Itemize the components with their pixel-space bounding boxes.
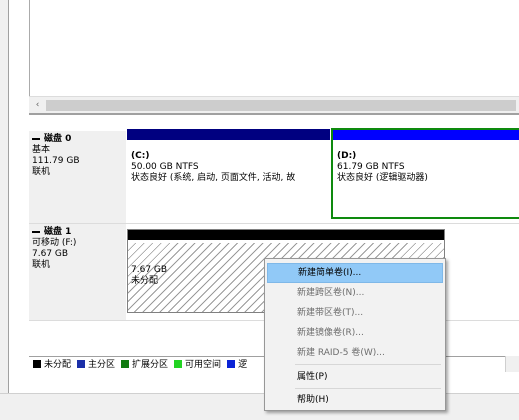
partition-status: 状态良好 (逻辑驱动器) [337, 173, 428, 183]
partition-d[interactable]: (D:) 61.79 GB NTFS 状态良好 (逻辑驱动器) [331, 128, 519, 219]
disk-size: 7.67 GB [32, 249, 69, 259]
disk-type: 基本 [32, 145, 51, 155]
legend-swatch [121, 360, 130, 368]
disk-type: 可移动 (F:) [32, 238, 77, 248]
disk-status: 联机 [32, 167, 51, 177]
menu-item-new-simple-volume[interactable]: 新建简单卷(I)... [267, 263, 443, 283]
window-left-edge [0, 0, 9, 393]
vertical-scrollbar-stub[interactable] [505, 356, 519, 372]
menu-item-new-mirrored-volume[interactable]: 新建镜像卷(R)... [267, 323, 443, 343]
legend-swatch [77, 360, 86, 368]
menu-item-help[interactable]: 帮助(H) [267, 390, 443, 410]
legend-swatch [174, 360, 183, 368]
scrollbar-thumb[interactable] [46, 100, 516, 111]
partition-header-bar [127, 129, 330, 140]
partition-label: (D:) [337, 151, 357, 161]
context-menu: 新建简单卷(I)... 新建跨区卷(N)... 新建带区卷(T)... 新建镜像… [264, 258, 446, 411]
legend-item: 扩展分区 [121, 360, 168, 370]
scroll-left-arrow-icon[interactable]: ‹ [29, 97, 46, 114]
disk-icon [32, 230, 40, 233]
menu-item-new-spanned-volume[interactable]: 新建跨区卷(N)... [267, 283, 443, 303]
menu-separator [295, 364, 441, 365]
disk-1-label[interactable]: 磁盘 1 可移动 (F:) 7.67 GB 联机 [29, 224, 126, 320]
menu-item-new-raid5-volume[interactable]: 新建 RAID-5 卷(W)... [267, 343, 443, 363]
disk-status: 联机 [32, 260, 51, 270]
legend-item: 可用空间 [174, 360, 221, 370]
legend-item: 未分配 [33, 360, 71, 370]
disk-name: 磁盘 0 [44, 134, 72, 144]
legend-item: 主分区 [77, 360, 115, 370]
legend-item: 逻 [227, 360, 247, 370]
partition-header-bar [333, 130, 519, 140]
menu-separator [295, 388, 441, 389]
legend-swatch [33, 360, 41, 368]
partition-header-bar [128, 230, 444, 240]
disk-icon [32, 137, 40, 140]
menu-item-properties[interactable]: 属性(P) [267, 367, 443, 387]
volume-list-pane [9, 0, 519, 96]
disk-size: 111.79 GB [32, 156, 80, 166]
horizontal-scrollbar[interactable]: ‹ [29, 96, 519, 114]
partition-label: (C:) [131, 151, 150, 161]
partition-c[interactable]: (C:) 50.00 GB NTFS 状态良好 (系统, 启动, 页面文件, 活… [127, 129, 330, 217]
partition-size: 50.00 GB NTFS [131, 162, 199, 172]
disk-name: 磁盘 1 [44, 227, 72, 237]
disk-0-label[interactable]: 磁盘 0 基本 111.79 GB 联机 [29, 131, 126, 223]
partition-status: 状态良好 (系统, 启动, 页面文件, 活动, 故 [131, 173, 296, 183]
partition-size: 61.79 GB NTFS [337, 162, 405, 172]
menu-item-new-striped-volume[interactable]: 新建带区卷(T)... [267, 303, 443, 323]
legend-swatch [227, 360, 236, 368]
